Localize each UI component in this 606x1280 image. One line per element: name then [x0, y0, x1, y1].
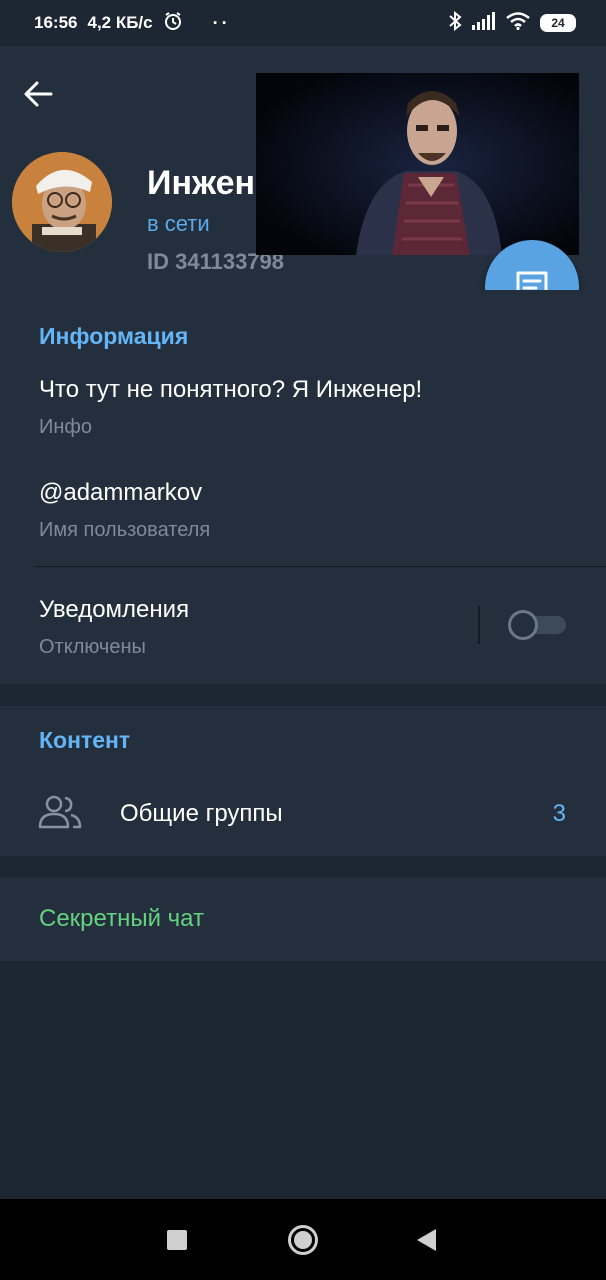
profile-status: в сети	[147, 211, 210, 236]
content-section: Контент Общие группы 3	[0, 706, 606, 856]
back-icon	[417, 1229, 436, 1251]
groups-icon	[38, 795, 82, 829]
profile-name: Инжен	[147, 164, 256, 202]
status-network-speed: 4,2 КБ/с	[87, 13, 153, 32]
status-dots: ··	[212, 12, 231, 33]
recent-apps-icon	[167, 1230, 187, 1250]
info-section-title: Информация	[39, 323, 189, 349]
username-label: Имя пользователя	[39, 519, 211, 541]
wifi-icon	[506, 11, 530, 35]
battery-icon: 24	[540, 14, 576, 32]
recent-apps-button[interactable]	[166, 1229, 188, 1251]
home-icon	[288, 1225, 318, 1255]
username-text[interactable]: @adammarkov	[39, 479, 202, 507]
common-groups-count: 3	[552, 800, 566, 827]
bio-label: Инфо	[39, 416, 92, 438]
alarm-icon	[163, 11, 183, 36]
toggle-separator	[478, 606, 480, 644]
notifications-state: Отключены	[39, 636, 146, 658]
back-button[interactable]	[18, 74, 58, 114]
notifications-toggle[interactable]	[508, 610, 566, 640]
divider	[34, 566, 606, 567]
back-nav-button[interactable]	[414, 1227, 438, 1253]
bio-text[interactable]: Что тут не понятного? Я Инженер!	[39, 376, 422, 404]
status-bar: 16:56 4,2 КБ/с ·· 24	[0, 0, 606, 46]
status-time: 16:56	[34, 13, 78, 32]
avatar[interactable]	[12, 152, 112, 252]
common-groups-label: Общие группы	[120, 800, 283, 827]
home-button[interactable]	[287, 1224, 319, 1256]
back-arrow-icon	[24, 81, 53, 107]
video-overlay[interactable]	[256, 73, 579, 255]
toggle-knob	[508, 610, 538, 640]
navigation-bar	[0, 1199, 606, 1280]
info-section: Информация Что тут не понятного? Я Инжен…	[0, 290, 606, 684]
common-groups-row[interactable]: Общие группы 3	[0, 776, 606, 852]
secret-chat-button[interactable]: Секретный чат	[39, 905, 204, 933]
bluetooth-icon	[448, 10, 462, 36]
secret-chat-section: Секретный чат	[0, 877, 606, 961]
signal-icon	[472, 11, 496, 35]
notifications-label[interactable]: Уведомления	[39, 596, 189, 624]
content-section-title: Контент	[39, 727, 131, 753]
